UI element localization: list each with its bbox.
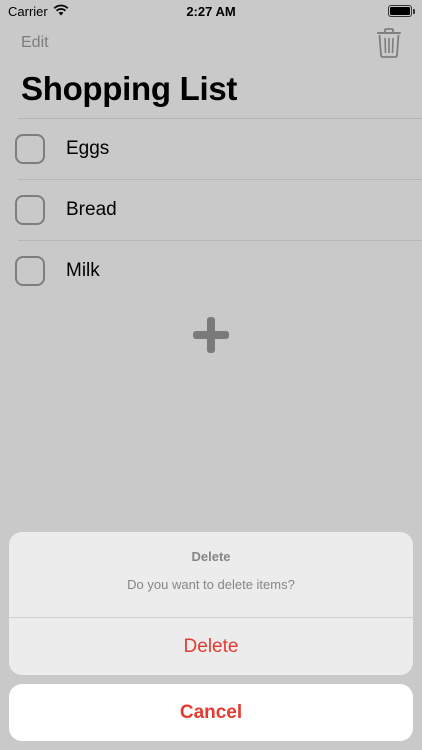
alert-message: Do you want to delete items? <box>127 577 295 592</box>
delete-alert-sheet: Delete Do you want to delete items? Dele… <box>9 532 413 675</box>
checkbox[interactable] <box>15 134 45 164</box>
checkbox[interactable] <box>15 256 45 286</box>
battery-icon <box>388 5 415 17</box>
list-item[interactable]: Bread <box>15 179 422 240</box>
shopping-list: Eggs Bread Milk <box>0 118 422 301</box>
alert-title: Delete <box>191 549 231 564</box>
page-title: Shopping List <box>21 70 238 107</box>
list-item[interactable]: Milk <box>15 240 422 301</box>
list-item[interactable]: Eggs <box>15 118 422 179</box>
status-time: 2:27 AM <box>186 4 236 19</box>
trash-icon[interactable] <box>376 28 402 58</box>
item-label: Milk <box>66 260 100 281</box>
checkbox[interactable] <box>15 195 45 225</box>
edit-button[interactable]: Edit <box>21 34 49 52</box>
confirm-delete-button[interactable]: Delete <box>9 618 413 675</box>
item-label: Bread <box>66 199 117 220</box>
plus-icon[interactable] <box>192 316 230 354</box>
cancel-button[interactable]: Cancel <box>9 684 413 741</box>
item-label: Eggs <box>66 138 110 159</box>
status-bar: Carrier 2:27 AM <box>0 0 422 24</box>
